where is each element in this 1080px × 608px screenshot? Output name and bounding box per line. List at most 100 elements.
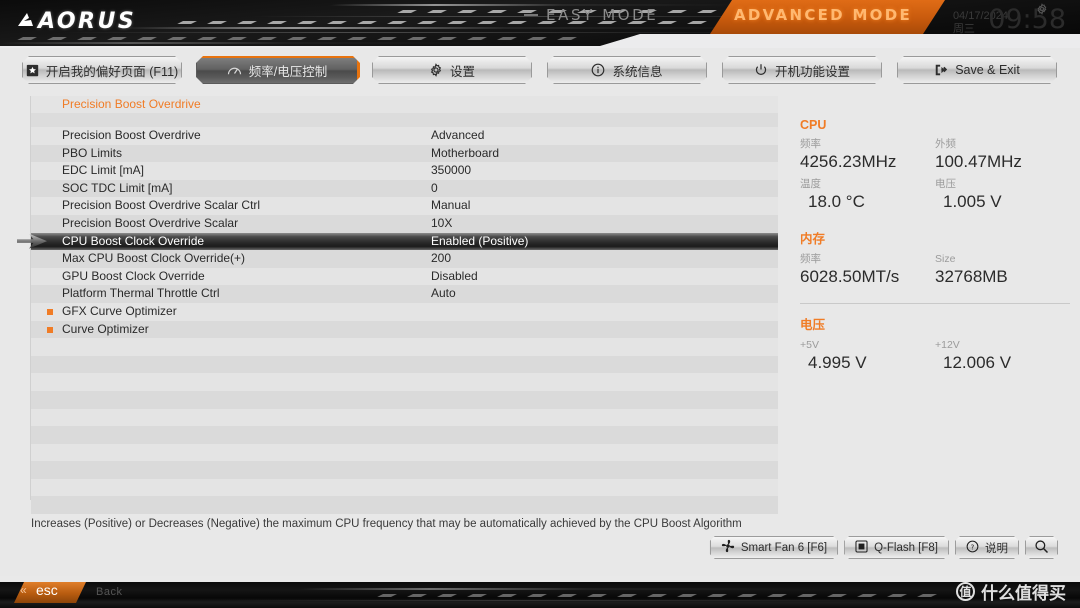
info-icon xyxy=(591,63,605,77)
table-row[interactable]: Precision Boost Overdrive Advanced xyxy=(31,127,778,145)
smart-fan-button[interactable]: Smart Fan 6 [F6] xyxy=(710,536,838,559)
tab-favorites[interactable]: 开启我的偏好页面 (F11) xyxy=(22,56,182,84)
row-label: SOC TDC Limit [mA] xyxy=(62,180,173,195)
cpu-bclk-label: 外频 xyxy=(935,138,956,150)
table-row[interactable]: GFX Curve Optimizer xyxy=(31,302,778,321)
tab-system-info-label: 系统信息 xyxy=(612,64,663,79)
row-value[interactable]: Auto xyxy=(431,285,456,303)
table-row[interactable]: Platform Thermal Throttle Ctrl Auto xyxy=(31,285,778,303)
watermark-logo-icon: 值 xyxy=(956,582,975,601)
help-button-label: 说明 xyxy=(985,542,1008,555)
memory-freq-label: 频率 xyxy=(800,253,821,265)
row-value[interactable]: Enabled (Positive) xyxy=(431,233,528,251)
help-button[interactable]: ? 说明 xyxy=(955,536,1019,559)
bottom-streak-decor xyxy=(0,576,1080,608)
search-button[interactable] xyxy=(1025,536,1058,559)
empty-row xyxy=(31,408,778,427)
row-label: Platform Thermal Throttle Ctrl xyxy=(62,286,220,301)
q-flash-button[interactable]: Q-Flash [F8] xyxy=(844,536,949,559)
top-header: AORUS EASY MODE ADVANCED MODE 04/17/2024… xyxy=(0,0,1080,48)
watermark: 值 什么值得买 xyxy=(956,579,1066,604)
table-row[interactable]: CPU Boost Clock Override Enabled (Positiv… xyxy=(17,232,778,251)
cpu-info-block: CPU 频率 4256.23MHz 外频 100.47MHz 温度 18.0 °… xyxy=(800,118,1070,213)
row-value[interactable]: 10X xyxy=(431,215,452,233)
table-row[interactable]: PBO Limits Motherboard xyxy=(31,144,778,163)
tab-settings-label: 设置 xyxy=(449,64,475,79)
function-button-bar: Smart Fan 6 [F6] Q-Flash [F8] ? 说明 xyxy=(710,536,1058,559)
esc-chevron-icon: « xyxy=(20,583,27,597)
hardware-monitor-panel: CPU 频率 4256.23MHz 外频 100.47MHz 温度 18.0 °… xyxy=(800,118,1070,389)
aorus-logo: AORUS xyxy=(16,9,136,34)
cpu-temp-label: 温度 xyxy=(800,178,821,190)
clock-time: 09:58 xyxy=(988,4,1066,35)
v5-label: +5V xyxy=(800,339,819,351)
settings-list-panel: Precision Boost Overdrive Precision Boos… xyxy=(17,96,778,515)
table-row[interactable]: EDC Limit [mA] 350000 xyxy=(31,162,778,180)
settings-rows: Precision Boost Overdrive Advanced PBO Lim… xyxy=(17,127,778,515)
row-value[interactable]: 0 xyxy=(431,180,438,198)
empty-row xyxy=(31,461,778,479)
memory-freq-value: 6028.50MT/s xyxy=(800,267,900,286)
cpu-freq-label: 频率 xyxy=(800,138,821,150)
row-value[interactable]: Motherboard xyxy=(431,145,499,163)
tab-frequency-voltage-label: 频率/电压控制 xyxy=(248,65,328,79)
table-row[interactable]: Max CPU Boost Clock Override(+) 200 xyxy=(31,250,778,268)
memory-size-label: Size xyxy=(935,253,956,265)
table-row[interactable]: GPU Boost Clock Override Disabled xyxy=(31,267,778,286)
back-label: Back xyxy=(96,586,123,598)
tab-settings[interactable]: 设置 xyxy=(372,56,532,84)
memory-info-title: 内存 xyxy=(800,232,826,246)
power-icon xyxy=(754,63,768,77)
row-value[interactable]: 200 xyxy=(431,250,451,268)
cpu-bclk-value: 100.47MHz xyxy=(935,152,1022,171)
table-row[interactable]: SOC TDC Limit [mA] 0 xyxy=(31,179,778,198)
empty-row xyxy=(31,338,778,356)
main-nav: 开启我的偏好页面 (F11) 频率/电压控制 设置 系统信息 开机功能设置 Sa… xyxy=(0,56,1080,90)
cpu-info-title: CPU xyxy=(800,118,827,132)
v12-cell: +12V 12.006 V xyxy=(935,338,1070,374)
gear-icon xyxy=(429,63,443,77)
question-icon: ? xyxy=(966,540,979,556)
help-text: Increases (Positive) or Decreases (Negat… xyxy=(31,518,742,530)
submenu-marker-icon xyxy=(47,308,53,315)
gauge-icon xyxy=(227,64,242,77)
brand-text: AORUS xyxy=(38,9,137,34)
tab-boot-settings[interactable]: 开机功能设置 xyxy=(722,56,882,84)
svg-text:?: ? xyxy=(971,543,975,551)
settings-gear-icon[interactable] xyxy=(1036,2,1048,20)
q-flash-label: Q-Flash [F8] xyxy=(874,541,938,554)
table-row[interactable]: Precision Boost Overdrive Scalar Ctrl Man… xyxy=(31,197,778,215)
tab-save-exit[interactable]: Save & Exit xyxy=(897,56,1057,84)
row-label: PBO Limits xyxy=(62,145,123,160)
search-icon xyxy=(1034,539,1049,557)
empty-row xyxy=(31,478,778,497)
cpu-voltage-label: 电压 xyxy=(935,178,956,190)
row-label: Curve Optimizer xyxy=(62,321,149,336)
tab-favorites-label: 开启我的偏好页面 (F11) xyxy=(45,64,179,79)
row-label: GPU Boost Clock Override xyxy=(62,268,205,283)
tab-save-exit-label: Save & Exit xyxy=(955,63,1020,77)
row-value[interactable]: Manual xyxy=(431,197,470,215)
cpu-freq-cell: 频率 4256.23MHz xyxy=(800,137,935,173)
tab-frequency-voltage[interactable]: 频率/电压控制 xyxy=(196,56,360,84)
cpu-temp-cell: 温度 18.0 °C xyxy=(800,177,935,213)
row-value[interactable]: Disabled xyxy=(431,268,478,286)
row-value[interactable]: Advanced xyxy=(431,127,484,145)
selection-arrow-icon xyxy=(17,233,47,249)
empty-row xyxy=(31,426,778,444)
empty-row xyxy=(31,443,778,462)
esc-label: esc xyxy=(36,582,58,598)
v5-cell: +5V 4.995 V xyxy=(800,338,935,374)
easy-mode-tab[interactable]: EASY MODE xyxy=(546,6,658,24)
advanced-mode-tab[interactable]: ADVANCED MODE xyxy=(734,6,912,24)
chip-icon xyxy=(855,540,868,556)
cpu-bclk-cell: 外频 100.47MHz xyxy=(935,137,1070,173)
table-row[interactable]: Curve Optimizer xyxy=(31,320,778,339)
table-row[interactable]: Precision Boost Overdrive Scalar 10X xyxy=(31,214,778,233)
empty-row xyxy=(31,355,778,374)
row-label: Max CPU Boost Clock Override(+) xyxy=(62,251,246,266)
row-label: Precision Boost Overdrive xyxy=(62,128,201,142)
falcon-icon xyxy=(16,11,36,31)
row-value[interactable]: 350000 xyxy=(431,162,471,180)
tab-system-info[interactable]: 系统信息 xyxy=(547,56,707,84)
